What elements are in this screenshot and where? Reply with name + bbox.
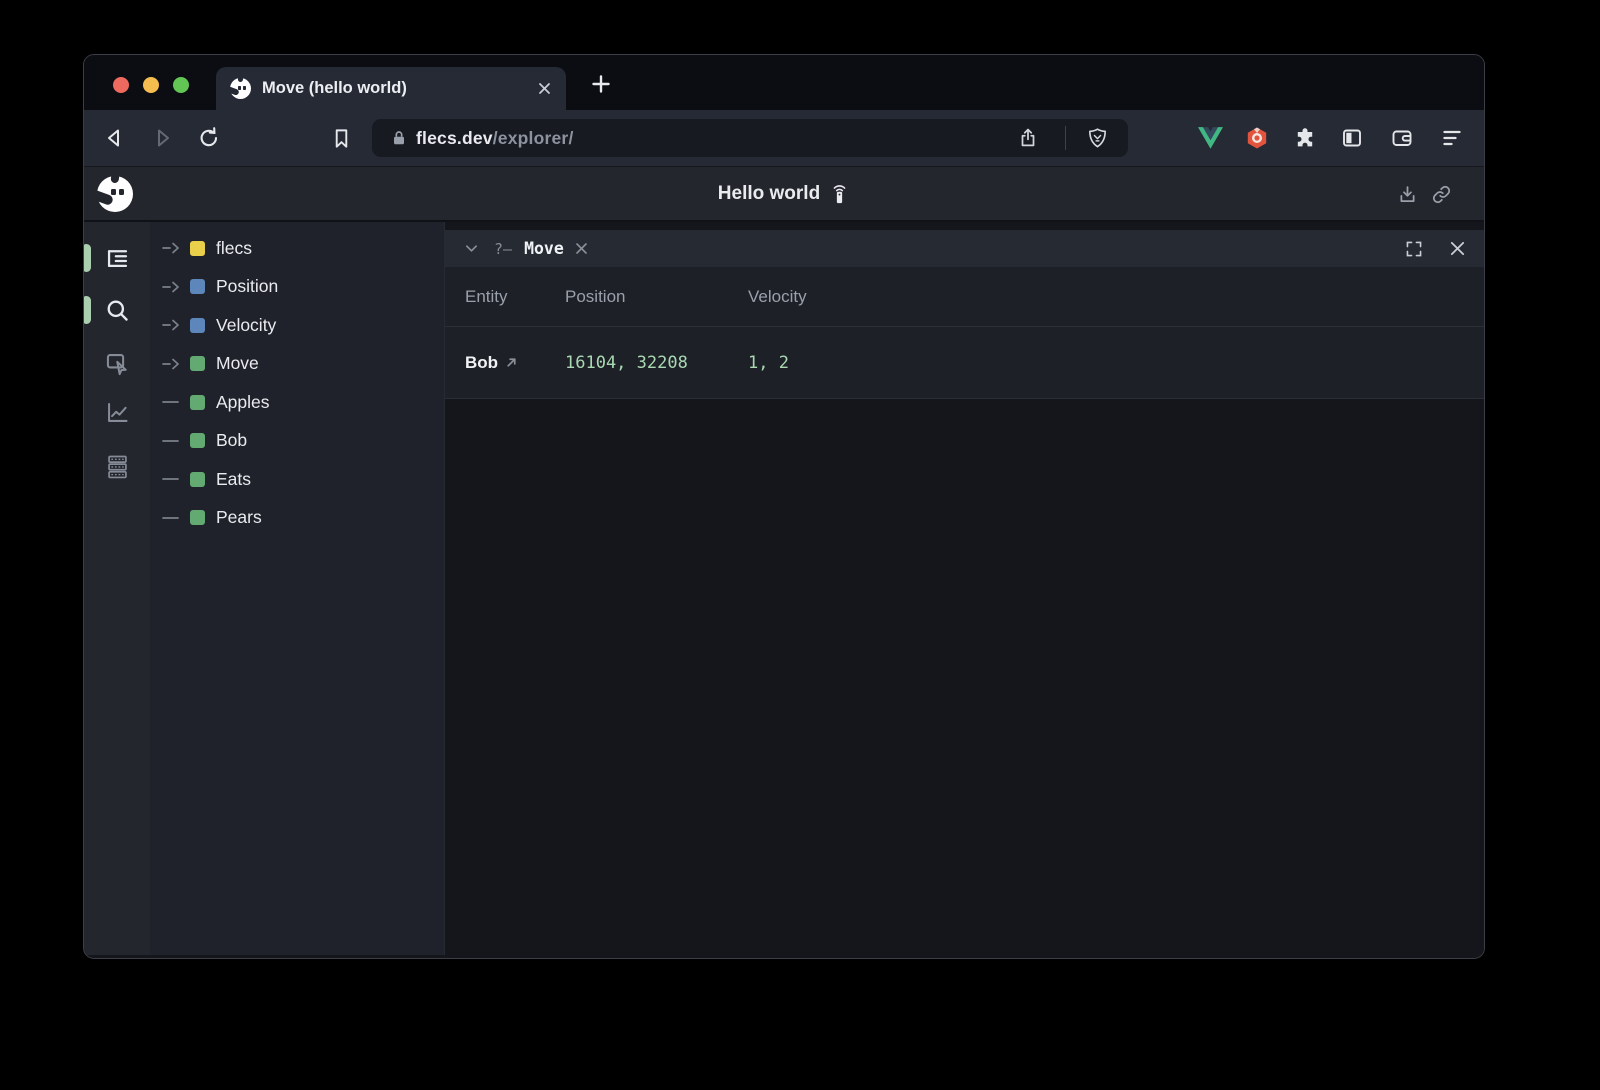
tree-item-velocity[interactable]: Velocity [150, 306, 444, 345]
branch-line [162, 395, 188, 409]
vue-devtools-extension-icon[interactable] [1197, 125, 1223, 151]
expand-arrow-icon[interactable] [162, 318, 188, 332]
wallet-icon[interactable] [1389, 125, 1415, 151]
address-bar[interactable]: flecs.dev/explorer/ [372, 119, 1128, 157]
download-icon[interactable] [1397, 184, 1418, 205]
url-domain: flecs.dev [416, 128, 493, 148]
browser-tab[interactable]: Move (hello world) [216, 67, 566, 110]
flecs-favicon [230, 78, 251, 99]
table-row[interactable]: Bob 16104, 32208 1, 2 [445, 326, 1484, 399]
velocity-value: 1, 2 [748, 353, 789, 373]
tree-item-label: Velocity [216, 315, 276, 336]
bookmark-icon[interactable] [328, 125, 354, 151]
share-icon[interactable] [1017, 127, 1039, 149]
tree-item-label: Bob [216, 430, 247, 451]
query-panel-header: ?– Move [445, 230, 1484, 267]
tree-item-position[interactable]: Position [150, 268, 444, 307]
tab-bar: Move (hello world) [84, 55, 1484, 110]
entity-swatch [190, 356, 205, 371]
new-tab-button[interactable] [588, 71, 614, 97]
browser-toolbar: flecs.dev/explorer/ [84, 110, 1484, 167]
open-entity-arrow-icon[interactable] [505, 356, 518, 369]
stats-chart-panel-icon[interactable] [102, 397, 132, 427]
tree-item-label: Apples [216, 392, 270, 413]
tree-item-move[interactable]: Move [150, 345, 444, 384]
tab-close-icon[interactable] [537, 81, 552, 96]
tree-item-bob[interactable]: Bob [150, 422, 444, 461]
url-text: flecs.dev/explorer/ [416, 128, 574, 149]
tree-item-pears[interactable]: Pears [150, 499, 444, 538]
branch-line [162, 472, 188, 486]
lock-icon [389, 128, 409, 148]
close-window-button[interactable] [113, 77, 129, 93]
world-title: Hello world [84, 167, 1484, 220]
tree-item-label: flecs [216, 238, 252, 259]
query-search-panel-icon[interactable] [102, 295, 132, 325]
reload-button[interactable] [196, 125, 222, 151]
inspector-panel-icon[interactable] [102, 348, 132, 378]
hexagon-extension-icon[interactable] [1244, 125, 1270, 151]
query-title: Move [524, 239, 564, 258]
query-badge: ?– [494, 240, 512, 258]
entity-tree-panel-icon[interactable] [102, 243, 132, 273]
results-table-header: Entity Position Velocity [445, 267, 1484, 326]
zoom-window-button[interactable] [173, 77, 189, 93]
url-path: /explorer/ [493, 128, 574, 148]
forward-button[interactable] [149, 125, 175, 151]
table-rows-panel-icon[interactable] [102, 450, 132, 480]
expand-arrow-icon[interactable] [162, 357, 188, 371]
back-button[interactable] [102, 125, 128, 151]
browser-menu-icon[interactable] [1439, 125, 1465, 151]
active-indicator [84, 244, 91, 272]
world-title-text: Hello world [718, 183, 820, 205]
tree-item-flecs[interactable]: flecs [150, 229, 444, 268]
panel-close-icon[interactable] [1449, 240, 1466, 257]
tree-item-label: Move [216, 353, 259, 374]
entity-tree-panel: flecs Position [150, 222, 444, 955]
entity-swatch [190, 318, 205, 333]
chevron-down-icon[interactable] [463, 240, 480, 257]
minimize-window-button[interactable] [143, 77, 159, 93]
tab-title: Move (hello world) [262, 79, 537, 98]
tree-item-label: Pears [216, 507, 262, 528]
extensions-puzzle-icon[interactable] [1292, 125, 1318, 151]
browser-window: Move (hello world) [84, 55, 1484, 958]
divider [1065, 126, 1066, 150]
app-body: flecs Position [84, 222, 1484, 955]
desktop: Move (hello world) [0, 0, 1600, 1090]
tree-item-label: Position [216, 276, 278, 297]
entity-swatch [190, 433, 205, 448]
entity-swatch [190, 395, 205, 410]
column-header-velocity: Velocity [748, 287, 807, 307]
entity-swatch [190, 472, 205, 487]
tree-item-eats[interactable]: Eats [150, 460, 444, 499]
panel-icon-rail [84, 222, 150, 955]
share-link-icon[interactable] [1431, 184, 1452, 205]
branch-line [162, 511, 188, 525]
entity-swatch [190, 279, 205, 294]
remote-connection-icon[interactable] [829, 182, 850, 205]
app-header: Hello world [84, 167, 1484, 222]
position-value: 16104, 32208 [565, 353, 748, 373]
branch-line [162, 434, 188, 448]
query-close-icon[interactable] [574, 241, 589, 256]
brave-shield-icon[interactable] [1086, 127, 1109, 150]
fullscreen-icon[interactable] [1405, 240, 1423, 258]
expand-arrow-icon[interactable] [162, 241, 188, 255]
tree-item-label: Eats [216, 469, 251, 490]
active-indicator [84, 296, 91, 324]
tree-item-apples[interactable]: Apples [150, 383, 444, 422]
column-header-position: Position [565, 287, 748, 307]
expand-arrow-icon[interactable] [162, 280, 188, 294]
entity-swatch [190, 241, 205, 256]
column-header-entity: Entity [465, 287, 565, 307]
entity-swatch [190, 510, 205, 525]
traffic-lights [113, 77, 189, 93]
sidebar-toggle-icon[interactable] [1339, 125, 1365, 151]
query-results-panel: ?– Move [444, 222, 1484, 955]
entity-name: Bob [465, 353, 498, 373]
